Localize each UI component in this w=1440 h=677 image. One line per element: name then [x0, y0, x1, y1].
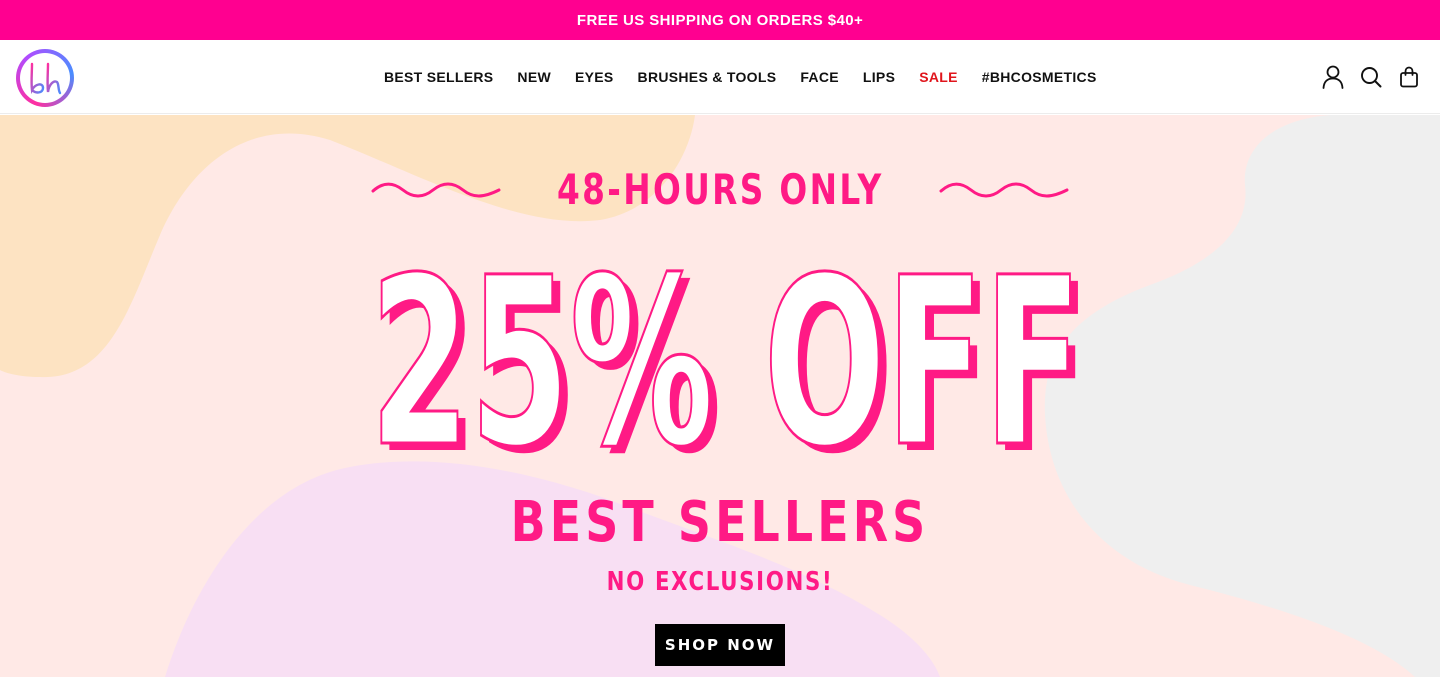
account-icon[interactable]: [1320, 64, 1346, 90]
hero-banner[interactable]: 48-HOURS ONLY 25% OFF 25% OFF BEST SELLE…: [0, 115, 1440, 677]
nav-item-new[interactable]: NEW: [517, 69, 551, 85]
hero-headline-graphic: 25% OFF 25% OFF: [369, 253, 1091, 463]
logo-bh-icon: [30, 62, 62, 95]
hero-headline-text: 25% OFF: [370, 253, 1082, 463]
hero-subheading: BEST SELLERS: [510, 490, 930, 555]
cart-icon[interactable]: [1396, 64, 1422, 90]
announcement-text: FREE US SHIPPING ON ORDERS $40+: [576, 11, 864, 29]
hero-tagline: NO EXCLUSIONS!: [606, 567, 834, 597]
brand-logo[interactable]: [16, 49, 74, 107]
nav-item-bhcosmetics[interactable]: #BHCOSMETICS: [982, 69, 1097, 85]
hero-headline: 25% OFF 25% OFF: [0, 253, 1440, 483]
nav-item-lips[interactable]: LIPS: [863, 69, 895, 85]
announcement-bar: FREE US SHIPPING ON ORDERS $40+: [0, 0, 1440, 40]
left-wave-decoration: [371, 182, 501, 197]
hero-eyebrow-text: 48-HOURS ONLY: [556, 165, 884, 214]
shop-now-button[interactable]: SHOP NOW: [655, 624, 785, 666]
site-header: BEST SELLERS NEW EYES BRUSHES & TOOLS FA…: [0, 40, 1440, 114]
logo-mark: [20, 53, 70, 103]
header-icons: [1308, 64, 1422, 90]
search-icon[interactable]: [1358, 64, 1384, 90]
nav-item-face[interactable]: FACE: [800, 69, 839, 85]
nav-item-eyes[interactable]: EYES: [575, 69, 614, 85]
main-nav: BEST SELLERS NEW EYES BRUSHES & TOOLS FA…: [372, 40, 1109, 114]
hero-eyebrow-row: 48-HOURS ONLY: [0, 165, 1440, 214]
nav-item-best-sellers[interactable]: BEST SELLERS: [384, 69, 493, 85]
right-wave-decoration: [939, 182, 1069, 197]
nav-item-sale[interactable]: SALE: [919, 69, 958, 85]
nav-item-brushes-tools[interactable]: BRUSHES & TOOLS: [638, 69, 777, 85]
